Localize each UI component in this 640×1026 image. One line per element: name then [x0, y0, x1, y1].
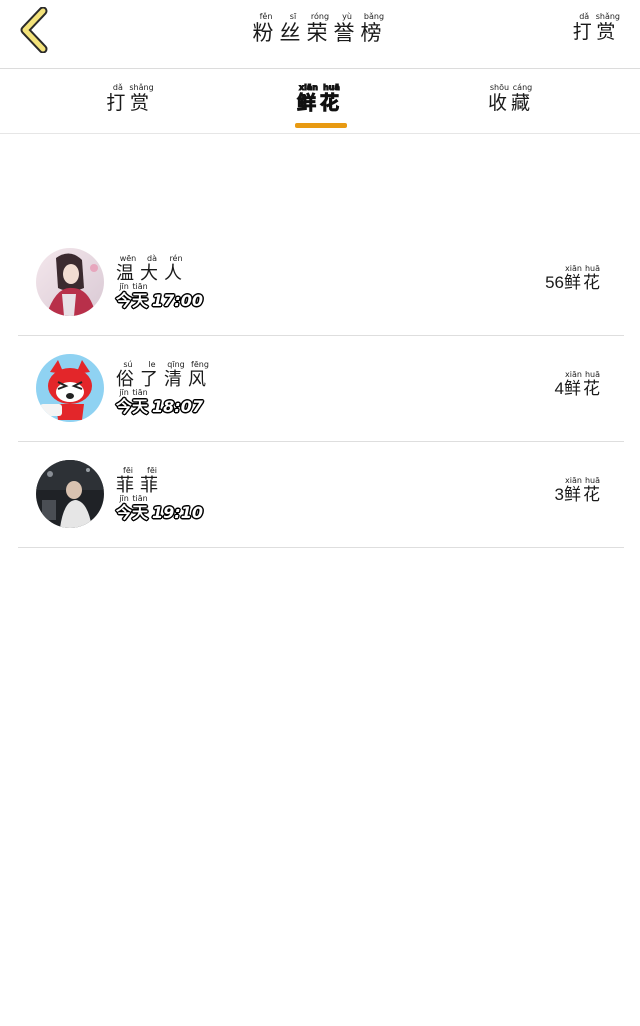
tab-char: 花huā [319, 83, 344, 115]
unit-char: 花huā [583, 476, 602, 505]
tab-flowers[interactable]: 鲜xiān花huā [260, 83, 380, 115]
time-value: 19:10 [152, 503, 203, 522]
fan-list: 温wēn大dà人rén 今jīn天tiān17:00 56鲜xiān花huā 俗… [18, 230, 624, 548]
title-char: 榜bǎng [360, 12, 388, 45]
day-char: 今jīn [116, 388, 133, 416]
flower-count: 4鲜xiān花huā [555, 370, 602, 399]
title-char: 粉fěn [252, 12, 280, 45]
tab-char: 藏cáng [511, 83, 535, 114]
time-value: 17:00 [152, 291, 203, 310]
title-char: 荣róng [306, 12, 334, 45]
name-char: 了le [140, 360, 164, 390]
flower-count-value: 4 [554, 379, 564, 398]
avatar [36, 248, 104, 316]
name-char: 清qīng [164, 360, 188, 390]
avatar [36, 354, 104, 422]
tip-char: 赏shǎng [595, 12, 620, 43]
tab-char: 赏shǎng [129, 83, 154, 114]
flower-count-value: 3 [554, 485, 564, 504]
fan-name: 俗sú了le清qīng风fēng [116, 360, 212, 391]
day-char: 天tiān [132, 388, 149, 416]
tip-button[interactable]: 打dǎ赏shǎng [573, 12, 620, 44]
flower-count-value: 56 [545, 273, 564, 292]
unit-char: 花huā [583, 370, 602, 399]
title-char: 丝sī [279, 12, 307, 45]
gift-time: 今jīn天tiān18:07 [116, 388, 203, 417]
fan-name: 温wēn大dà人rén [116, 254, 188, 285]
flower-count: 56鲜xiān花huā [545, 264, 602, 293]
day-char: 天tiān [132, 494, 149, 522]
list-item[interactable]: 菲fēi菲fēi 今jīn天tiān19:10 3鲜xiān花huā [18, 442, 624, 548]
name-char: 风fēng [188, 360, 212, 390]
tab-favorites[interactable]: 收shōu藏cáng [451, 83, 571, 115]
name-char: 俗sú [116, 360, 140, 390]
fan-name: 菲fēi菲fēi [116, 466, 164, 497]
list-item[interactable]: 温wēn大dà人rén 今jīn天tiān17:00 56鲜xiān花huā [18, 230, 624, 336]
page-title: 粉fěn丝sī荣róng誉yù榜bǎng [0, 12, 640, 47]
name-char: 大dà [140, 254, 164, 284]
name-char: 菲fēi [140, 466, 164, 496]
gift-time: 今jīn天tiān17:00 [116, 282, 203, 311]
time-value: 18:07 [152, 397, 203, 416]
day-char: 今jīn [116, 494, 133, 522]
name-char: 人rén [164, 254, 188, 284]
unit-char: 鲜xiān [564, 476, 583, 505]
top-bar: 粉fěn丝sī荣róng誉yù榜bǎng 打dǎ赏shǎng [0, 0, 640, 69]
day-char: 天tiān [132, 282, 149, 310]
name-char: 温wēn [116, 254, 140, 284]
unit-char: 鲜xiān [564, 370, 583, 399]
tab-char: 打dǎ [106, 83, 130, 114]
tip-char: 打dǎ [572, 12, 596, 43]
tab-char: 收shōu [487, 83, 511, 114]
unit-char: 花huā [583, 264, 602, 293]
tab-tip[interactable]: 打dǎ赏shǎng [70, 83, 190, 115]
gift-time: 今jīn天tiān19:10 [116, 494, 203, 523]
flower-count: 3鲜xiān花huā [555, 476, 602, 505]
name-char: 菲fēi [116, 466, 140, 496]
title-char: 誉yù [333, 12, 361, 45]
list-item[interactable]: 俗sú了le清qīng风fēng 今jīn天tiān18:07 4鲜xiān花h… [18, 336, 624, 442]
tab-char: 鲜xiān [296, 83, 320, 115]
avatar [36, 460, 104, 528]
unit-char: 鲜xiān [564, 264, 583, 293]
active-tab-indicator [295, 123, 347, 128]
day-char: 今jīn [116, 282, 133, 310]
